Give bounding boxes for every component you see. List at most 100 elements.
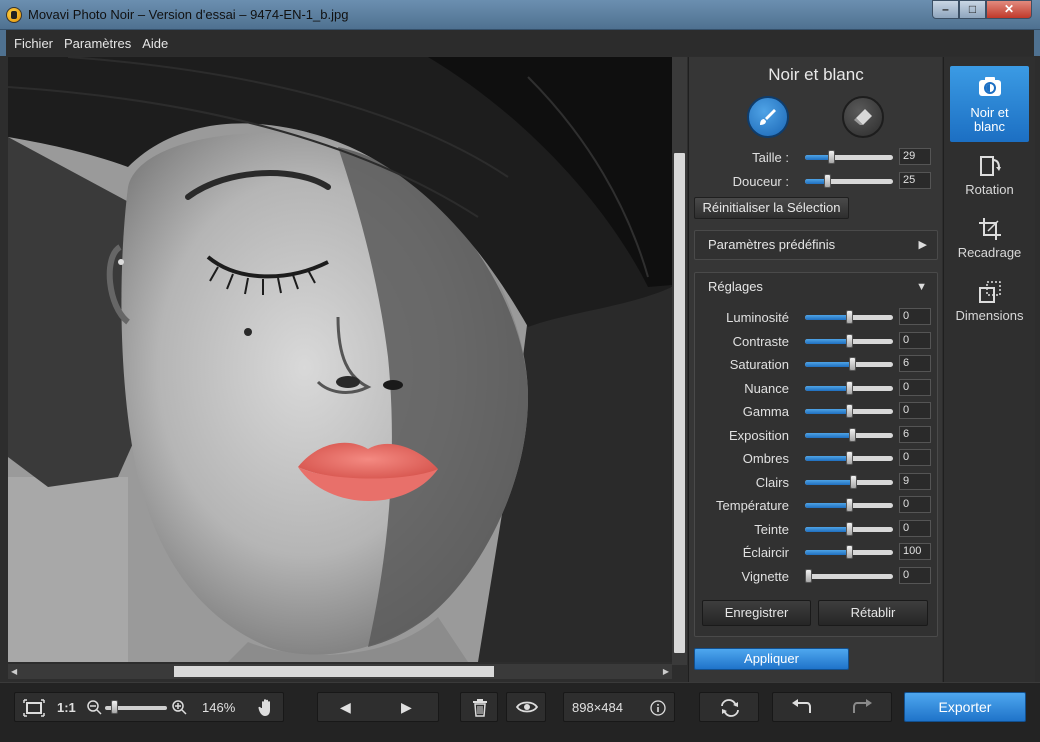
slider-knob[interactable] <box>846 498 853 512</box>
slider-track[interactable] <box>805 427 893 442</box>
menu-aide[interactable]: Aide <box>142 36 168 51</box>
sidebar-item-black-white[interactable]: Noir et blanc <box>950 66 1029 142</box>
sidebar-item-rotation[interactable]: Rotation <box>950 154 1029 204</box>
eye-icon <box>516 701 538 713</box>
slider-value-field[interactable]: 0 <box>899 402 931 419</box>
presets-section[interactable]: Paramètres prédéfinis ▶ <box>694 230 938 260</box>
slider-label: Ombres <box>742 451 789 466</box>
horizontal-scrollbar[interactable]: ◀ ▶ <box>8 664 672 679</box>
scroll-right-arrow-icon[interactable]: ▶ <box>663 667 669 676</box>
slider-knob[interactable] <box>824 174 831 188</box>
slider-track[interactable] <box>805 545 893 559</box>
slider-track[interactable] <box>805 404 893 418</box>
sidebar-item-crop[interactable]: Recadrage <box>950 217 1029 267</box>
slider-value-field[interactable]: 25 <box>899 172 931 189</box>
zoom-out-icon[interactable] <box>87 700 103 716</box>
adjustments-header[interactable]: Réglages ▼ <box>695 273 937 301</box>
slider-value-field[interactable]: 6 <box>899 425 931 443</box>
info-icon[interactable] <box>650 700 666 716</box>
reset-selection-button[interactable]: Réinitialiser la Sélection <box>694 197 849 219</box>
save-preset-button[interactable]: Enregistrer <box>702 600 811 626</box>
slider-knob[interactable] <box>849 357 856 371</box>
photo-canvas[interactable] <box>8 57 672 662</box>
slider-knob[interactable] <box>846 380 853 395</box>
export-button[interactable]: Exporter <box>904 692 1026 722</box>
close-button[interactable]: ✕ <box>986 0 1032 19</box>
reset-image-button[interactable] <box>699 692 759 722</box>
slider-knob[interactable] <box>849 427 856 442</box>
slider-track[interactable] <box>805 310 893 324</box>
sidebar-item-dimensions[interactable]: Dimensions <box>950 280 1029 330</box>
slider-track[interactable] <box>805 333 893 348</box>
slider-value-field[interactable]: 100 <box>899 543 931 560</box>
maximize-button[interactable]: □ <box>959 0 986 19</box>
slider-track[interactable] <box>805 498 893 512</box>
slider-knob[interactable] <box>805 568 812 583</box>
slider-track[interactable] <box>805 357 893 371</box>
slider-track[interactable] <box>805 521 893 536</box>
slider-label: Taille : <box>752 150 789 165</box>
slider-knob[interactable] <box>846 404 853 418</box>
next-image-icon[interactable]: ▶ <box>401 699 412 716</box>
hand-tool-icon[interactable] <box>258 698 276 718</box>
slider-fill <box>805 432 852 438</box>
menu-parametres[interactable]: Paramètres <box>64 36 131 51</box>
slider-value-field[interactable]: 0 <box>899 519 931 537</box>
slider-track[interactable] <box>805 451 893 465</box>
slider-value-field[interactable]: 6 <box>899 355 931 372</box>
horizontal-scrollbar-thumb[interactable] <box>174 666 494 677</box>
redo-icon[interactable] <box>853 699 873 715</box>
slider-value-field[interactable]: 9 <box>899 472 931 490</box>
sidebar-item-black-white-label-2: blanc <box>973 119 1006 134</box>
slider-row: Luminosité 0 <box>689 308 943 328</box>
eraser-tool-button[interactable] <box>842 96 884 138</box>
slider-knob[interactable] <box>846 333 853 348</box>
slider-knob[interactable] <box>846 545 853 559</box>
slider-track[interactable] <box>805 474 893 489</box>
vertical-scrollbar-thumb[interactable] <box>674 153 685 653</box>
bottom-toolbar: 1:1 146% ◀ ▶ 898×484 Exporter <box>0 682 1040 742</box>
brush-tool-button[interactable] <box>747 96 789 138</box>
slider-track[interactable] <box>805 174 893 188</box>
slider-track[interactable] <box>805 568 893 583</box>
slider-value-field[interactable]: 29 <box>899 148 931 165</box>
slider-value-field[interactable]: 0 <box>899 331 931 349</box>
slider-row: Ombres 0 <box>689 449 943 469</box>
settings-panel: Noir et blanc Taille : 29 Douceur : 25 Réin… <box>688 57 942 682</box>
previous-image-icon[interactable]: ◀ <box>340 699 351 716</box>
delete-button[interactable] <box>460 692 498 722</box>
minimize-button[interactable]: – <box>932 0 959 19</box>
slider-knob[interactable] <box>846 310 853 324</box>
actual-size-button[interactable]: 1:1 <box>57 700 76 715</box>
slider-value-field[interactable]: 0 <box>899 378 931 396</box>
sidebar-item-black-white-label-1: Noir et <box>970 105 1009 120</box>
preview-button[interactable] <box>506 692 546 722</box>
slider-knob[interactable] <box>846 451 853 465</box>
presets-label: Paramètres prédéfinis <box>708 237 836 252</box>
scroll-left-arrow-icon[interactable]: ◀ <box>11 667 17 676</box>
restore-button[interactable]: Rétablir <box>818 600 928 626</box>
slider-row: Contraste 0 <box>689 331 943 352</box>
brush-icon <box>760 109 776 125</box>
slider-value-field[interactable]: 0 <box>899 449 931 466</box>
menu-fichier[interactable]: Fichier <box>14 36 53 51</box>
slider-row: Nuance 0 <box>689 378 943 399</box>
image-dimensions: 898×484 <box>572 700 623 715</box>
slider-row: Exposition 6 <box>689 425 943 446</box>
slider-knob[interactable] <box>850 474 857 489</box>
fit-screen-icon[interactable] <box>23 699 45 717</box>
slider-value-field[interactable]: 0 <box>899 496 931 513</box>
presets-header[interactable]: Paramètres prédéfinis ▶ <box>695 231 937 259</box>
zoom-in-icon[interactable] <box>172 700 188 716</box>
zoom-slider-knob[interactable] <box>111 700 118 714</box>
slider-track[interactable] <box>805 150 893 164</box>
slider-knob[interactable] <box>846 521 853 536</box>
slider-track[interactable] <box>805 380 893 395</box>
slider-value-field[interactable]: 0 <box>899 308 931 325</box>
slider-knob[interactable] <box>828 150 835 164</box>
slider-value-field[interactable]: 0 <box>899 566 931 584</box>
undo-icon[interactable] <box>791 699 811 715</box>
apply-button[interactable]: Appliquer <box>694 648 849 670</box>
vertical-scrollbar[interactable] <box>672 57 687 665</box>
slider-label: Nuance <box>744 380 789 396</box>
